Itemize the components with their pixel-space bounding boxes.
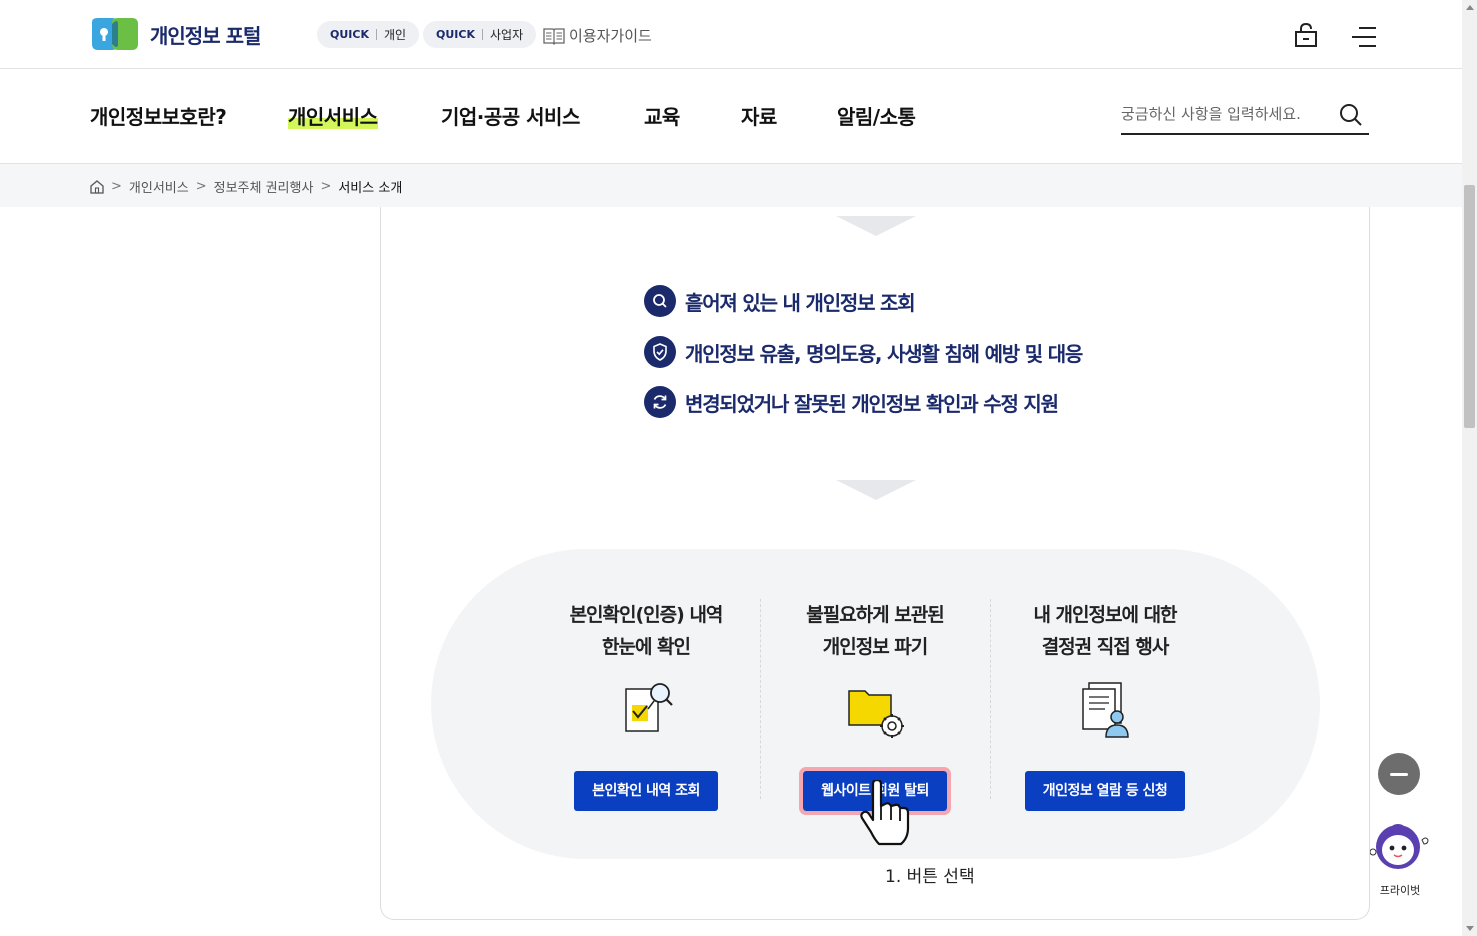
all-menu-button[interactable]: [1351, 26, 1377, 52]
quick-tag: QUICK: [330, 28, 369, 41]
quick-tag: QUICK: [436, 28, 475, 41]
gnb-label: 자료: [741, 105, 777, 129]
user-guide-link[interactable]: 이용자가이드: [543, 25, 652, 46]
arrow-down-icon: [836, 216, 916, 236]
arrow-down-icon: [836, 480, 916, 500]
service-title: 본인확인(인증) 내역 한눈에 확인: [531, 599, 761, 663]
gnb-label: 교육: [644, 105, 680, 129]
login-button[interactable]: [1293, 22, 1319, 52]
service-intro-card: 흩어져 있는 내 개인정보 조회 개인정보 유출, 명의도용, 사생활 침해 예…: [380, 207, 1370, 920]
minus-icon: [1390, 772, 1408, 776]
gnb-label: 알림/소통: [837, 105, 916, 129]
quick-label: 사업자: [489, 28, 524, 42]
user-guide-label: 이용자가이드: [569, 27, 652, 45]
search-box: [1121, 97, 1369, 135]
gnb-label: 개인정보보호란?: [90, 105, 227, 129]
feature-item: 개인정보 유출, 명의도용, 사생활 침해 예방 및 대응: [644, 336, 1083, 368]
breadcrumb-current: 서비스 소개: [338, 181, 403, 196]
breadcrumb-separator: >: [111, 179, 122, 194]
service-column-auth-history: 본인확인(인증) 내역 한눈에 확인 본인확인 내역 조회: [531, 599, 761, 811]
search-input[interactable]: [1121, 97, 1321, 131]
breadcrumb-separator: >: [320, 179, 332, 194]
gnb-item-privacy-intro[interactable]: 개인정보보호란?: [90, 101, 227, 130]
feature-item: 흩어져 있는 내 개인정보 조회: [644, 285, 916, 317]
separator: [481, 29, 483, 40]
gnb-label: 기업·공공 서비스: [441, 105, 580, 129]
lock-icon: [1295, 22, 1317, 47]
breadcrumb-item[interactable]: 개인서비스: [129, 177, 189, 196]
refresh-icon: [653, 395, 667, 409]
quick-label: 개인: [383, 28, 407, 42]
hamburger-icon: [1352, 27, 1376, 47]
gnb-item-resources[interactable]: 자료: [741, 101, 777, 130]
gnb-item-education[interactable]: 교육: [644, 101, 680, 130]
top-bar: 개인정보 포털 QUICK 개인 QUICK 사업자 이용자가이드: [0, 0, 1462, 69]
service-title-line: 내 개인정보에 대한: [1033, 604, 1177, 626]
service-title-line: 본인확인(인증) 내역: [569, 604, 724, 626]
gnb-item-personal-service[interactable]: 개인서비스: [288, 101, 378, 130]
logo-icon: [92, 18, 138, 50]
service-title-line: 개인정보 파기: [822, 636, 929, 658]
site-logo[interactable]: 개인정보 포털: [90, 18, 261, 50]
feature-icon-circle: [644, 336, 676, 368]
chatbot-label: 프라이벗: [1379, 884, 1421, 897]
quick-business-button[interactable]: QUICK 사업자: [423, 21, 537, 48]
feature-item: 변경되었거나 잘못된 개인정보 확인과 수정 지원: [644, 386, 1059, 418]
gnb-item-business-service[interactable]: 기업·공공 서비스: [441, 101, 580, 130]
service-title-line: 불필요하게 보관된: [806, 604, 944, 626]
feature-text: 변경되었거나 잘못된 개인정보 확인과 수정 지원: [685, 391, 1059, 416]
chatbot-button[interactable]: 프라이벗: [1369, 820, 1430, 898]
scroll-thumb[interactable]: [1464, 185, 1475, 428]
breadcrumb: > 개인서비스 > 정보주체 권리행사 > 서비스 소개: [0, 164, 1462, 207]
service-title-line: 결정권 직접 행사: [1041, 636, 1170, 658]
service-title: 내 개인정보에 대한 결정권 직접 행사: [990, 599, 1220, 663]
gnb-item-notice[interactable]: 알림/소통: [837, 101, 916, 130]
feature-text: 흩어져 있는 내 개인정보 조회: [685, 290, 916, 315]
separator: [375, 29, 377, 40]
service-title-line: 한눈에 확인: [601, 636, 691, 658]
service-column-data-rights: 내 개인정보에 대한 결정권 직접 행사 개인정보 열람 등 신청: [990, 599, 1220, 811]
breadcrumb-item[interactable]: 정보주체 권리행사: [214, 177, 314, 196]
chatbot-mascot-icon: [1369, 824, 1429, 869]
document-user-icon: [1082, 682, 1129, 738]
search-icon: [653, 294, 667, 308]
service-title: 불필요하게 보관된 개인정보 파기: [760, 599, 990, 663]
scroll-down-arrow-icon[interactable]: [1466, 926, 1474, 931]
auth-history-button[interactable]: 본인확인 내역 조회: [574, 771, 718, 811]
hand-cursor-icon: [860, 780, 910, 846]
scroll-up-arrow-icon[interactable]: [1466, 5, 1474, 10]
feature-icon-circle: [644, 285, 676, 317]
page-scrollbar[interactable]: [1462, 0, 1477, 936]
collapse-button[interactable]: [1378, 753, 1420, 795]
feature-icon-circle: [644, 386, 676, 418]
main-navigation: 개인정보보호란? 개인서비스 기업·공공 서비스 교육 자료 알림/소통: [0, 69, 1462, 164]
home-icon[interactable]: [90, 179, 104, 194]
step-caption: 1. 버튼 선택: [885, 867, 975, 887]
data-access-request-button[interactable]: 개인정보 열람 등 신청: [1024, 771, 1186, 811]
document-check-icon: [625, 683, 673, 732]
quick-personal-button[interactable]: QUICK 개인: [317, 21, 420, 48]
search-icon[interactable]: [1339, 103, 1363, 127]
feature-text: 개인정보 유출, 명의도용, 사생활 침해 예방 및 대응: [685, 341, 1083, 366]
logo-text: 개인정보 포털: [150, 23, 261, 48]
folder-gear-icon: [848, 690, 904, 738]
shield-icon: [653, 343, 667, 361]
breadcrumb-separator: >: [195, 179, 207, 194]
book-icon: [543, 27, 565, 45]
gnb-label: 개인서비스: [288, 105, 378, 129]
